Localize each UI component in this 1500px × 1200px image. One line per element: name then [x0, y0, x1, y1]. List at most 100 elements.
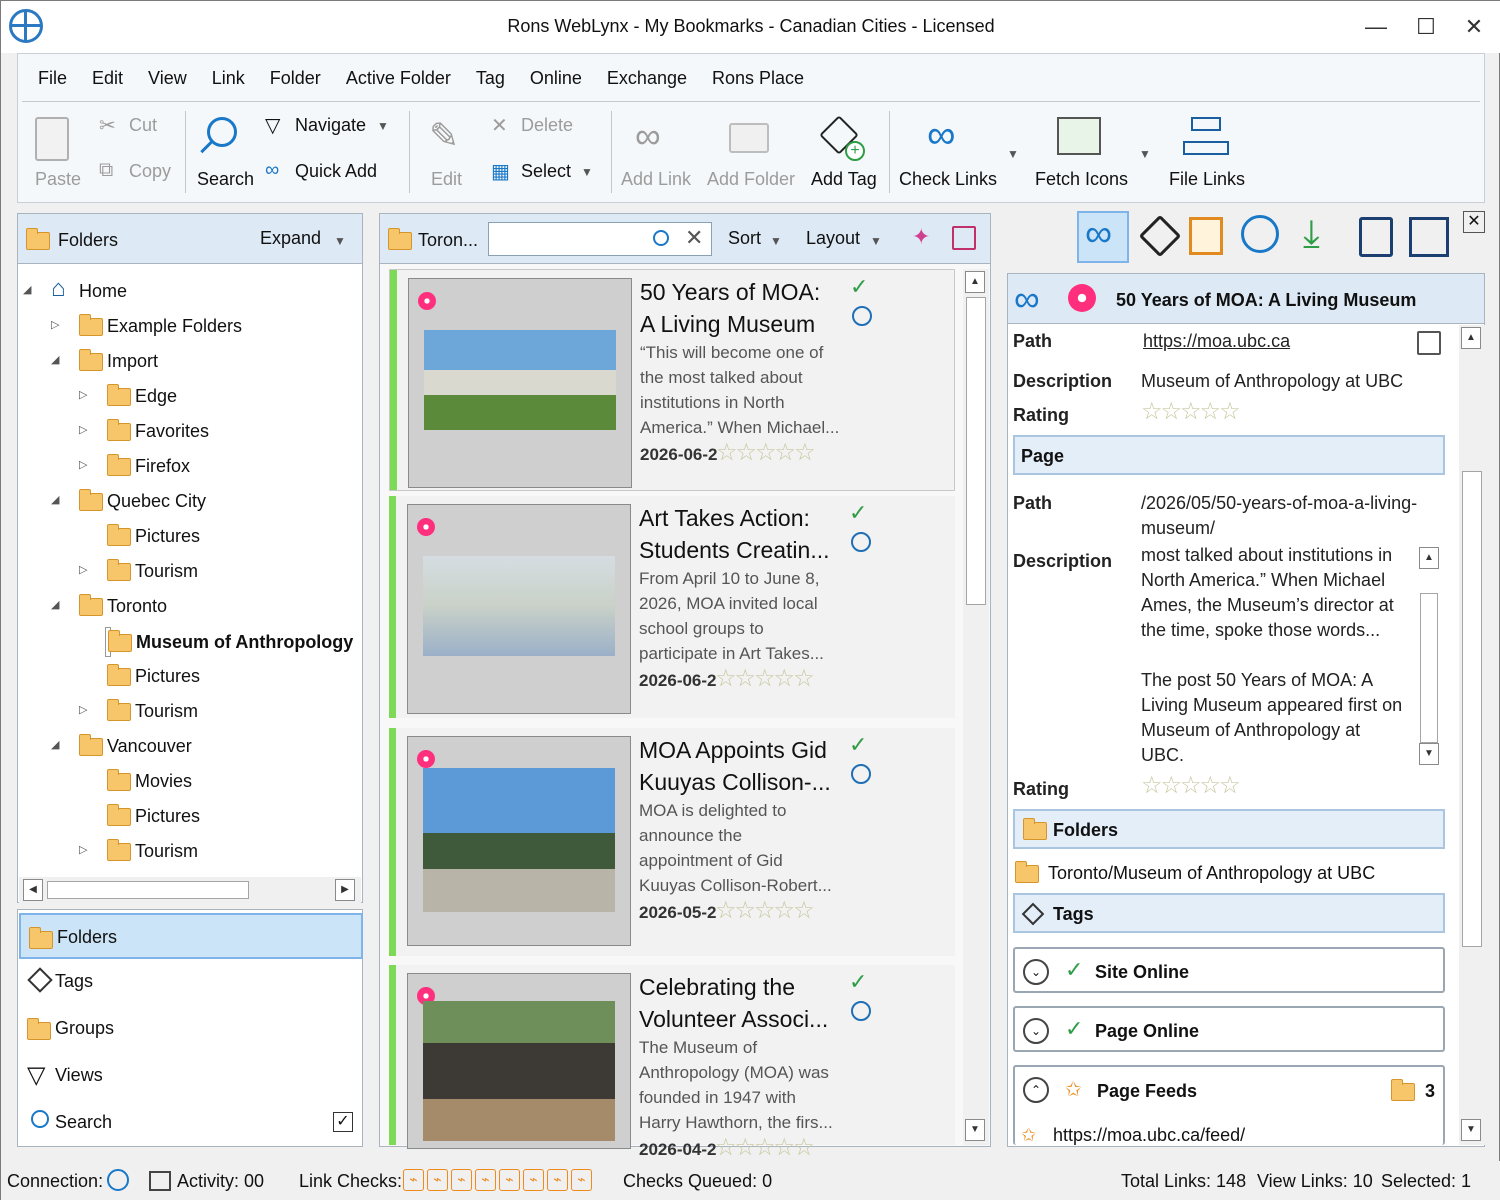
navigate-button[interactable]: ▽ Navigate ▼ [265, 113, 395, 139]
nav-groups[interactable]: Groups [19, 1006, 363, 1052]
folders-section-header[interactable]: Folders [1013, 809, 1445, 849]
magic-wand-icon[interactable]: ✦ [912, 224, 930, 250]
fetch-icons-button[interactable]: Fetch Icons ▼ [1033, 113, 1157, 193]
web-view-icon[interactable] [1241, 215, 1279, 253]
link-rating-stars[interactable]: ☆☆☆☆☆ [715, 1133, 815, 1162]
link-rating-stars[interactable]: ☆☆☆☆☆ [715, 664, 815, 693]
site-rating-stars[interactable]: ☆☆☆☆☆ [1141, 397, 1241, 426]
download-icon[interactable]: ⤓ [1303, 213, 1320, 256]
delete-button[interactable]: ✕ Delete [491, 113, 591, 139]
description-scrollbar[interactable]: ▲ ▼ [1417, 545, 1441, 769]
sort-button[interactable]: Sort [728, 228, 761, 249]
page-rating-stars[interactable]: ☆☆☆☆☆ [1141, 771, 1241, 800]
minimize-icon[interactable]: — [1361, 13, 1391, 41]
menu-tag[interactable]: Tag [466, 54, 520, 100]
expand-circle-icon[interactable]: ⌄ [1023, 1018, 1049, 1044]
expand-triangle-icon[interactable]: ▷ [79, 388, 87, 401]
scroll-down-icon[interactable]: ▼ [965, 1119, 985, 1141]
expand-triangle-icon[interactable]: ▷ [79, 423, 87, 436]
scroll-right-icon[interactable]: ▶ [335, 879, 355, 901]
collapse-triangle-icon[interactable]: ◢ [51, 493, 59, 506]
tree-item[interactable]: Museum of Anthropology [105, 627, 353, 657]
menu-active-folder[interactable]: Active Folder [336, 54, 466, 100]
menu-folder[interactable]: Folder [260, 54, 336, 100]
expand-triangle-icon[interactable]: ▷ [79, 703, 87, 716]
details-vscrollbar[interactable]: ▲ ▼ [1459, 325, 1485, 1145]
link-card[interactable]: Art Takes Action: Students Creatin... From… [389, 496, 955, 718]
tags-section-header[interactable]: Tags [1013, 893, 1445, 933]
tree-view-icon[interactable] [1409, 217, 1449, 257]
expand-button[interactable]: Expand [260, 228, 321, 249]
link-rating-stars[interactable]: ☆☆☆☆☆ [715, 896, 815, 925]
add-folder-button[interactable]: Add Folder [705, 113, 801, 193]
site-path-link[interactable]: https://moa.ubc.ca [1143, 329, 1290, 354]
scroll-up-icon[interactable]: ▲ [1461, 327, 1481, 349]
link-rating-stars[interactable]: ☆☆☆☆☆ [716, 438, 816, 467]
tag-view-icon[interactable] [1138, 214, 1182, 258]
menu-exchange[interactable]: Exchange [597, 54, 702, 100]
close-details-icon[interactable]: ✕ [1463, 211, 1485, 233]
link-card[interactable]: MOA Appoints Gid Kuuyas Collison-... MOA i… [389, 728, 955, 956]
nav-views[interactable]: ▽ Views [19, 1053, 363, 1099]
filter-input[interactable]: ✕ [488, 222, 712, 256]
collapse-triangle-icon[interactable]: ◢ [23, 283, 31, 296]
collapse-triangle-icon[interactable]: ◢ [51, 353, 59, 366]
connection-globe-icon[interactable] [107, 1169, 129, 1191]
scroll-up-icon[interactable]: ▲ [1419, 547, 1439, 569]
activity-label[interactable]: Activity: 00 [177, 1171, 264, 1192]
site-online-box[interactable]: ⌄ ✓ Site Online [1013, 947, 1445, 993]
cut-button[interactable]: ✂ Cut [99, 113, 179, 139]
save-icon[interactable] [952, 226, 976, 250]
page-feeds-box[interactable]: ⌃ ✩ Page Feeds 3 ✩ https://moa.ubc.ca/fe… [1013, 1065, 1445, 1145]
list-view-icon[interactable] [1359, 217, 1393, 257]
layout-button[interactable]: Layout [806, 228, 860, 249]
expand-triangle-icon[interactable]: ▷ [51, 318, 59, 331]
menu-rons-place[interactable]: Rons Place [702, 54, 819, 100]
clear-icon[interactable]: ✕ [685, 225, 703, 251]
feed-url[interactable]: https://moa.ubc.ca/feed/ [1053, 1125, 1245, 1145]
file-links-button[interactable]: File Links [1165, 113, 1251, 193]
search-button[interactable]: Search [193, 113, 257, 193]
folder-path-row[interactable]: Toronto/Museum of Anthropology at UBC [1015, 861, 1375, 884]
expand-circle-icon[interactable]: ⌄ [1023, 959, 1049, 985]
expand-triangle-icon[interactable]: ▷ [79, 458, 87, 471]
close-icon[interactable]: ✕ [1459, 13, 1489, 41]
menu-online[interactable]: Online [520, 54, 597, 100]
check-links-button[interactable]: ∞ Check Links ▼ [897, 113, 1023, 193]
add-tag-button[interactable]: + Add Tag [809, 113, 883, 193]
link-card[interactable]: 50 Years of MOA: A Living Museum “This wil… [389, 269, 955, 491]
link-card[interactable]: Celebrating the Volunteer Associ... The Mu… [389, 965, 955, 1161]
menu-file[interactable]: File [28, 54, 82, 100]
page-section-header[interactable]: Page [1013, 435, 1445, 475]
page-online-box[interactable]: ⌄ ✓ Page Online [1013, 1006, 1445, 1052]
scroll-down-icon[interactable]: ▼ [1461, 1119, 1481, 1141]
quick-add-button[interactable]: ∞ Quick Add [265, 159, 395, 185]
expand-triangle-icon[interactable]: ▷ [79, 843, 87, 856]
nav-tags[interactable]: Tags [19, 959, 363, 1005]
paste-button[interactable]: Paste [23, 113, 93, 193]
links-vscrollbar[interactable]: ▲ ▼ [963, 269, 989, 1145]
maximize-icon[interactable]: ☐ [1411, 13, 1441, 41]
nav-folders[interactable]: Folders [19, 913, 363, 959]
edit-button[interactable]: ✎ Edit [421, 113, 475, 193]
link-view-button[interactable]: ∞ [1077, 211, 1129, 263]
menu-view[interactable]: View [138, 54, 202, 100]
select-button[interactable]: ▦ Select ▼ [491, 159, 601, 185]
collapse-triangle-icon[interactable]: ◢ [51, 598, 59, 611]
nav-search[interactable]: Search ✓ [19, 1100, 363, 1146]
expand-triangle-icon[interactable]: ▷ [79, 563, 87, 576]
menu-link[interactable]: Link [202, 54, 260, 100]
quick-add-label: Quick Add [295, 161, 378, 181]
scroll-down-icon[interactable]: ▼ [1419, 743, 1439, 765]
scroll-left-icon[interactable]: ◀ [23, 879, 43, 901]
scroll-up-icon[interactable]: ▲ [965, 271, 985, 293]
search-checkbox[interactable]: ✓ [333, 1112, 353, 1132]
add-link-button[interactable]: ∞ Add Link [619, 113, 699, 193]
collapse-circle-icon[interactable]: ⌃ [1023, 1077, 1049, 1103]
tree-hscrollbar[interactable]: ◀ ▶ [19, 877, 361, 903]
notes-view-icon[interactable] [1189, 217, 1223, 255]
copy-icon[interactable] [1417, 331, 1441, 355]
collapse-triangle-icon[interactable]: ◢ [51, 738, 59, 751]
menu-edit[interactable]: Edit [82, 54, 138, 100]
copy-button[interactable]: ⧉ Copy [99, 159, 179, 185]
